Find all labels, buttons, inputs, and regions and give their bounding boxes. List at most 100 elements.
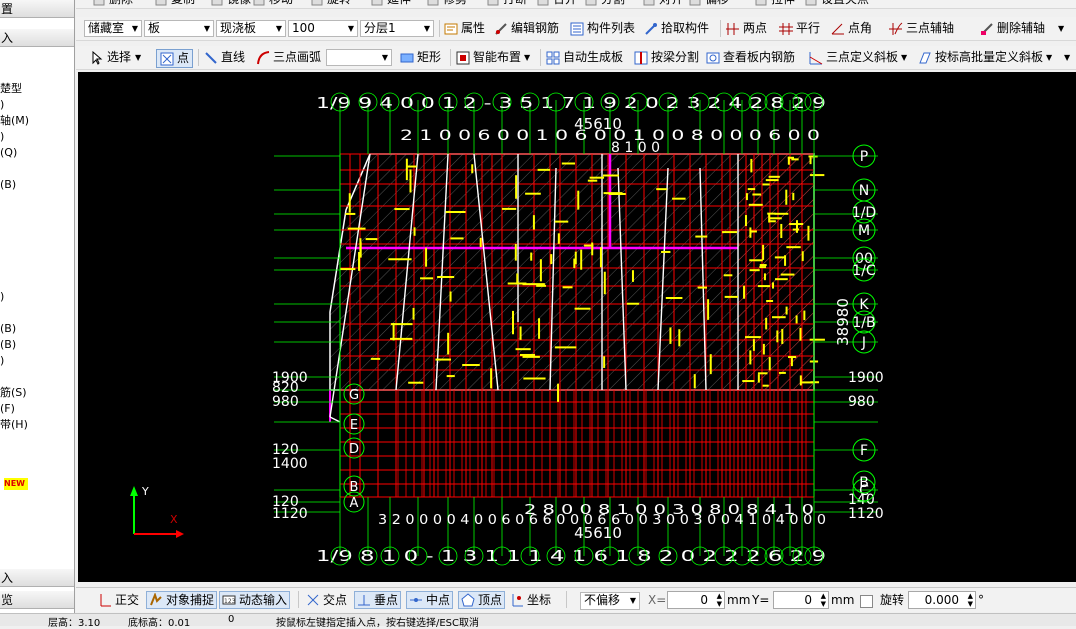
- edit-toolbar-button[interactable]: 删除: [92, 0, 133, 8]
- edit-toolbar-button[interactable]: 旋转: [310, 0, 351, 8]
- point-angle-icon: [831, 22, 845, 36]
- rotate-input[interactable]: 0.000 ▲ ▼: [908, 591, 976, 609]
- left-tree-item[interactable]: (Q): [0, 146, 17, 159]
- edit-toolbar-button[interactable]: 延伸: [370, 0, 411, 8]
- edit-toolbar-button[interactable]: 复制: [154, 0, 195, 8]
- edit-rebar-label: 编辑钢筋: [511, 21, 560, 35]
- three-point-slope-button[interactable]: 三点定义斜板 ▼: [809, 49, 907, 66]
- left-tree-item[interactable]: ): [0, 98, 4, 111]
- vertex-snap-button[interactable]: 顶点: [458, 591, 506, 609]
- top-third-numbers: 8 1 0 0: [611, 140, 660, 156]
- object-snap-button[interactable]: 对象捕捉: [146, 591, 218, 609]
- left-tree-item[interactable]: 楚型: [0, 82, 22, 95]
- midpoint-snap-button[interactable]: 中点: [406, 591, 454, 609]
- split-by-beam-button[interactable]: 按梁分割: [634, 49, 699, 66]
- arc-label: 三点画弧: [273, 50, 322, 64]
- three-point-axis-button[interactable]: 三点辅轴: [889, 20, 954, 37]
- left-panel-footer-2[interactable]: 览: [0, 591, 74, 609]
- arc-options-select[interactable]: ▼: [326, 49, 392, 66]
- left-tree-item[interactable]: (F): [0, 402, 15, 415]
- perpendicular-snap-button[interactable]: 垂点: [354, 591, 402, 609]
- cad-drawing[interactable]: 45610 45610 38980 1/9 9 4 0 0 1 2 - 3 5 …: [78, 72, 1076, 582]
- point-draw-icon: [160, 52, 174, 66]
- offset-mode-select[interactable]: 不偏移 ▼: [580, 592, 640, 610]
- left-tree-item[interactable]: (B): [0, 338, 16, 351]
- smart-layout-icon: [456, 51, 470, 65]
- toolbar2-overflow-icon[interactable]: ▼: [1058, 20, 1064, 37]
- edit-tool-icon: [536, 0, 550, 7]
- edit-toolbar-button[interactable]: 镜像: [210, 0, 251, 8]
- component-list-button[interactable]: 构件列表: [570, 20, 635, 37]
- rotate-checkbox[interactable]: [860, 595, 873, 608]
- edit-toolbar-label: 移动: [269, 0, 293, 8]
- edit-toolbar-button[interactable]: 设置夹点: [804, 0, 869, 8]
- thickness-select[interactable]: 100 ▼: [288, 20, 358, 37]
- coordinate-snap-button[interactable]: 坐标: [510, 591, 551, 609]
- coordinate-icon: [510, 593, 524, 607]
- edit-toolbar-button[interactable]: 移动: [252, 0, 293, 8]
- x-offset-input[interactable]: 0 ▲ ▼: [667, 591, 725, 609]
- intersect-snap-button[interactable]: 交点: [306, 591, 347, 609]
- parallel-axis-button[interactable]: 平行: [779, 20, 820, 37]
- rectangle-label: 矩形: [417, 50, 442, 64]
- edit-toolbar-button[interactable]: 对齐: [642, 0, 683, 8]
- edit-toolbar-button[interactable]: 偏移: [688, 0, 729, 8]
- rectangle-button[interactable]: 矩形: [400, 49, 441, 66]
- edit-toolbar-button[interactable]: 拉伸: [754, 0, 795, 8]
- drawing-canvas[interactable]: 45610 45610 38980 1/9 9 4 0 0 1 2 - 3 5 …: [78, 72, 1076, 582]
- dynamic-input-button[interactable]: 123 动态输入: [219, 591, 291, 609]
- ortho-button[interactable]: 正交: [96, 591, 141, 609]
- edit-toolbar-button[interactable]: 打断: [486, 0, 527, 8]
- dynamic-label: 动态输入: [239, 593, 288, 607]
- left-tree-item[interactable]: ): [0, 354, 4, 367]
- point-button[interactable]: 点: [156, 49, 194, 68]
- edit-toolbar-label: 分割: [601, 0, 625, 8]
- edit-toolbar-button[interactable]: 合并: [536, 0, 577, 8]
- edit-toolbar-label: 删除: [109, 0, 133, 8]
- three-point-arc-button[interactable]: 三点画弧: [256, 49, 321, 66]
- intersect-icon: [306, 593, 320, 607]
- left-tree-item[interactable]: ): [0, 130, 4, 143]
- smart-layout-button[interactable]: 智能布置 ▼: [456, 49, 530, 66]
- properties-button[interactable]: 属性: [444, 20, 485, 37]
- floor-category-select[interactable]: 储藏室 ▼: [84, 20, 142, 37]
- component-type-select[interactable]: 板 ▼: [144, 20, 214, 37]
- axis-bubble-label: 1/B: [852, 315, 875, 331]
- edit-tool-icon: [584, 0, 598, 7]
- left-panel-footer-1[interactable]: 入: [0, 569, 74, 587]
- batch-slope-button[interactable]: 按标高批量定义斜板 ▼: [918, 49, 1052, 66]
- edit-toolbar-label: 拉伸: [771, 0, 795, 8]
- dynamic-input-icon: 123: [222, 593, 236, 607]
- edit-rebar-button[interactable]: 编辑钢筋: [494, 20, 559, 37]
- left-tree-item[interactable]: (B): [0, 178, 16, 191]
- left-panel-header[interactable]: 置: [0, 0, 74, 18]
- pick-component-button[interactable]: 拾取构件: [644, 20, 709, 37]
- delete-axis-button[interactable]: 删除辅轴: [980, 20, 1045, 37]
- y-unit: mm: [831, 593, 855, 607]
- left-panel-header-2[interactable]: 入: [0, 29, 74, 47]
- left-tree-item[interactable]: (B): [0, 322, 16, 335]
- two-point-label: 两点: [743, 21, 768, 35]
- point-angle-button[interactable]: 点角: [831, 20, 872, 37]
- two-point-icon: [726, 22, 740, 36]
- left-tree-item[interactable]: 带(H): [0, 418, 28, 431]
- left-tree-item[interactable]: 筋(S): [0, 386, 27, 399]
- toolbar3-overflow-icon[interactable]: ▼: [1064, 49, 1070, 66]
- edit-toolbar-button[interactable]: 修剪: [426, 0, 467, 8]
- component-name-select[interactable]: 现浇板 ▼: [216, 20, 286, 37]
- auto-generate-slab-button[interactable]: 自动生成板: [546, 49, 623, 66]
- layer-select[interactable]: 分层1 ▼: [360, 20, 434, 37]
- left-tree-item[interactable]: 轴(M): [0, 114, 29, 127]
- y-offset-input[interactable]: 0 ▲ ▼: [773, 591, 829, 609]
- slab-area[interactable]: [329, 153, 815, 391]
- intersect-label: 交点: [323, 593, 348, 607]
- view-slab-rebar-button[interactable]: 查看板内钢筋: [706, 49, 795, 66]
- edit-toolbar-label: 打断: [503, 0, 527, 8]
- edit-toolbar-button[interactable]: 分割: [584, 0, 625, 8]
- three-point-axis-icon: [889, 22, 903, 36]
- edit-tool-icon: [154, 0, 168, 7]
- line-button[interactable]: 直线: [204, 49, 245, 66]
- select-button[interactable]: 选择 ▼: [90, 49, 141, 66]
- two-point-axis-button[interactable]: 两点: [726, 20, 767, 37]
- left-tree-item[interactable]: ): [0, 290, 4, 303]
